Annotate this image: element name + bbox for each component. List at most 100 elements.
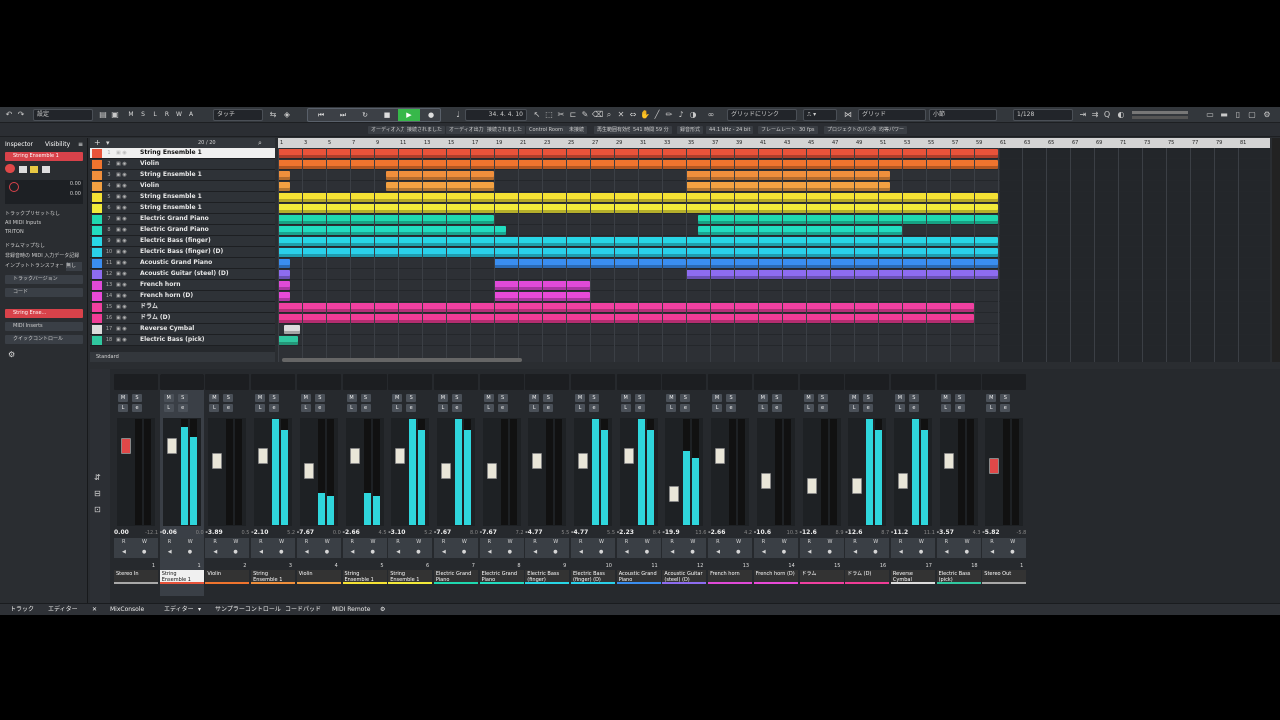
fader-value[interactable]: -12.6 8.7 (845, 529, 889, 537)
quantize-icon[interactable]: ⇥ (1078, 110, 1088, 120)
edit-button[interactable]: e (863, 404, 874, 412)
write-button[interactable]: W (416, 539, 421, 545)
track-row[interactable]: 11 ▣ ◉ Acoustic Grand Piano (90, 258, 275, 269)
channel-name[interactable]: French horn (708, 570, 753, 584)
erase-icon[interactable]: ⌫ (592, 110, 603, 120)
listen-mode[interactable]: L (150, 109, 160, 120)
monitor-button[interactable]: ◀ (488, 549, 492, 555)
gear-icon[interactable]: ⚙ (380, 604, 385, 615)
mute-button[interactable]: M (300, 394, 311, 402)
peak-level[interactable]: 13.6 (695, 529, 706, 537)
peak-level[interactable]: 4.2 (744, 529, 752, 537)
record-button[interactable]: ● (371, 549, 375, 555)
fader-cap[interactable] (623, 448, 634, 464)
track-row[interactable]: 9 ▣ ◉ Electric Bass (finger) (90, 236, 275, 247)
fader-level[interactable]: -2.66 (708, 529, 725, 536)
track-mute-solo[interactable]: ▣ ◉ (116, 259, 138, 267)
write-button[interactable]: W (371, 539, 376, 545)
record-button[interactable]: ● (599, 549, 603, 555)
track-lane[interactable] (278, 291, 1270, 302)
position-display[interactable]: 34. 4. 4. 10 (465, 109, 527, 121)
monitor-button[interactable]: ◀ (396, 549, 400, 555)
mute-button[interactable]: M (118, 394, 128, 402)
zone-icon[interactable]: ⊟ (94, 489, 101, 498)
fader-value[interactable]: -2.66 4.2 (708, 529, 752, 537)
gear-icon[interactable]: ⚙ (8, 350, 15, 359)
peak-level[interactable]: 8.9 (836, 529, 844, 537)
fader-value[interactable]: -4.77 5.5 (525, 529, 569, 537)
record-button[interactable]: ● (553, 549, 557, 555)
fader-level[interactable]: -2.23 (617, 529, 634, 536)
peak-level[interactable]: 0.0 (196, 529, 204, 537)
mute-button[interactable]: M (894, 394, 905, 402)
fader-track[interactable] (299, 418, 338, 526)
listen-button[interactable]: L (483, 404, 494, 412)
fader-level[interactable]: -7.67 (297, 529, 314, 536)
fader-cap[interactable] (852, 478, 863, 494)
fader-cap[interactable] (166, 438, 177, 454)
read-button[interactable]: R (808, 539, 811, 545)
fader-track[interactable] (345, 418, 384, 526)
midi-event[interactable] (278, 215, 494, 224)
track-mute-solo[interactable]: ▣ ◉ (116, 292, 138, 300)
midi-output[interactable]: TRITON (5, 228, 83, 237)
track-lane[interactable] (278, 258, 1270, 269)
cycle-icon[interactable]: ↻ (354, 109, 376, 121)
volume-knob-icon[interactable] (9, 182, 19, 192)
mute-button[interactable]: M (346, 394, 357, 402)
mute-button[interactable]: M (986, 394, 997, 402)
track-color-swatch[interactable] (92, 237, 102, 246)
lock-icon[interactable]: ⊡ (94, 505, 101, 514)
fader-value[interactable]: -3.57 4.3 (937, 529, 981, 537)
track-options-icon[interactable]: ▾ (106, 138, 110, 148)
track-color-swatch[interactable] (92, 193, 102, 202)
zoom-preset[interactable]: Standard (96, 352, 119, 362)
glue-icon[interactable]: ⊏ (568, 110, 578, 120)
quantize-select[interactable]: 1/128 (1013, 109, 1073, 121)
record-button[interactable]: ● (508, 549, 512, 555)
automation-mode[interactable]: A (186, 109, 196, 120)
record-button[interactable]: ● (782, 549, 786, 555)
mute-button[interactable]: M (575, 394, 585, 402)
write-button[interactable]: W (142, 539, 147, 545)
fader-level[interactable]: -2.66 (343, 529, 360, 536)
read-button[interactable]: R (853, 539, 856, 545)
fader-level[interactable]: -0.06 (160, 529, 177, 536)
fader-cap[interactable] (989, 458, 1000, 474)
iterative-icon[interactable]: ⇉ (1090, 110, 1100, 120)
fader-level[interactable]: -5.82 (982, 529, 999, 536)
section-chords[interactable]: コード (5, 288, 83, 297)
midi-event[interactable] (278, 314, 974, 323)
read-button[interactable]: R (762, 539, 765, 545)
fader-value[interactable]: -0.06 0.0 (160, 529, 204, 537)
fader-cap[interactable] (258, 448, 269, 464)
fader-cap[interactable] (440, 463, 451, 479)
midi-event[interactable] (278, 270, 290, 279)
monitor-button[interactable]: ◀ (808, 549, 812, 555)
track-lane[interactable] (278, 335, 1270, 346)
edit-button[interactable]: e (177, 404, 188, 412)
mute-button[interactable]: M (803, 394, 814, 402)
midi-event[interactable] (698, 215, 998, 224)
status-control-room-value[interactable]: 未接続 (566, 126, 588, 134)
channel-eq-display[interactable] (251, 374, 296, 390)
track-mute-solo[interactable]: ▣ ◉ (116, 303, 138, 311)
solo-button[interactable]: S (589, 394, 599, 402)
listen-button[interactable]: L (894, 404, 905, 412)
peak-level[interactable]: 8.7 (881, 529, 889, 537)
channel-eq-display[interactable] (982, 374, 1027, 390)
channel-eq-display[interactable] (890, 374, 935, 390)
track-name[interactable]: Electric Grand Piano (140, 214, 270, 224)
edit-button[interactable]: e (634, 404, 645, 412)
zoom-icon[interactable]: ⌕ (604, 110, 614, 120)
undo-icon[interactable]: ↶ (4, 110, 14, 120)
mute-button[interactable]: M (209, 394, 220, 402)
section-track-versions[interactable]: トラックバージョン (5, 275, 83, 284)
track-mute-solo[interactable]: ▣ ◉ (116, 336, 138, 344)
midi-event[interactable] (278, 171, 290, 180)
solo-button[interactable]: S (132, 394, 142, 402)
quantize-unit-select[interactable]: 小節 (929, 109, 997, 121)
drum-map[interactable]: ドラムマップなし (5, 242, 83, 251)
track-row[interactable]: 16 ▣ ◉ ドラム (D) (90, 313, 275, 324)
midi-event[interactable] (686, 270, 998, 279)
